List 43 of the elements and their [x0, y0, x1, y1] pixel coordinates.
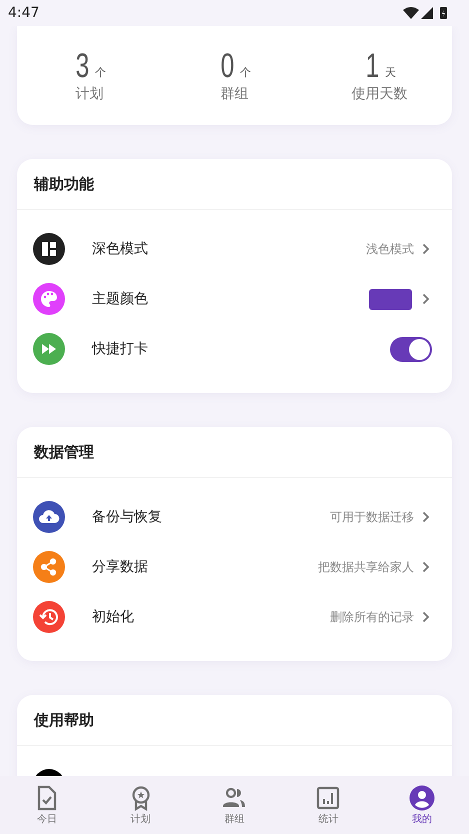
section-title: 数据管理 [34, 442, 94, 462]
nav-tab[interactable]: 群组 [204, 784, 264, 826]
chevron-icon [422, 511, 430, 523]
chevron-icon [422, 293, 430, 305]
stat-value: 0 [220, 48, 234, 82]
row-value: 把数据共享给家人 [318, 558, 414, 576]
row-value: 浅色模式 [366, 240, 414, 258]
stat-label: 使用天数 [352, 84, 408, 102]
person-icon [409, 784, 436, 810]
stat-value: 1 [366, 48, 380, 82]
row-label: 主题颜色 [92, 290, 148, 308]
status-time: 4:47 [8, 5, 40, 21]
section-title: 使用帮助 [34, 710, 94, 730]
row-label: 深色模式 [92, 240, 148, 258]
chevron-icon [422, 611, 430, 623]
row-label: 备份与恢复 [92, 508, 162, 526]
nav-tab[interactable]: 我的 [392, 784, 452, 826]
row-value: 可用于数据迁移 [330, 508, 414, 526]
settings-row[interactable]: 主题颜色 [17, 274, 452, 324]
nav-tab[interactable]: 统计 [298, 784, 358, 826]
stat-unit: 个 [94, 64, 106, 80]
settings-row[interactable]: 快捷打卡 [17, 324, 452, 374]
settings-row[interactable]: 深色模式 浅色模式 [17, 224, 452, 274]
nav-tab[interactable]: 计划 [110, 784, 171, 826]
bar-chart-icon [315, 784, 342, 810]
row-label: 分享数据 [92, 558, 148, 576]
settings-row[interactable]: 分享数据 把数据共享给家人 [17, 542, 452, 592]
stat-label: 群组 [220, 84, 248, 102]
toggle-switch[interactable] [390, 336, 432, 362]
stat-unit: 天 [384, 64, 396, 80]
chevron-icon [422, 561, 430, 573]
settings-row[interactable]: 初始化 删除所有的记录 [17, 592, 452, 642]
stat-label: 计划 [76, 84, 104, 102]
row-label: 快捷打卡 [92, 340, 148, 358]
stat-value: 3 [76, 48, 90, 82]
section-title: 辅助功能 [34, 174, 94, 194]
status-icons [403, 6, 449, 20]
chevron-icon [422, 243, 430, 255]
stat-unit: 个 [240, 64, 251, 80]
settings-row[interactable]: 备份与恢复 可用于数据迁移 [17, 492, 452, 542]
nav-tab[interactable]: 今日 [16, 784, 77, 826]
row-label: 初始化 [92, 608, 134, 626]
row-value: 删除所有的记录 [330, 608, 414, 626]
